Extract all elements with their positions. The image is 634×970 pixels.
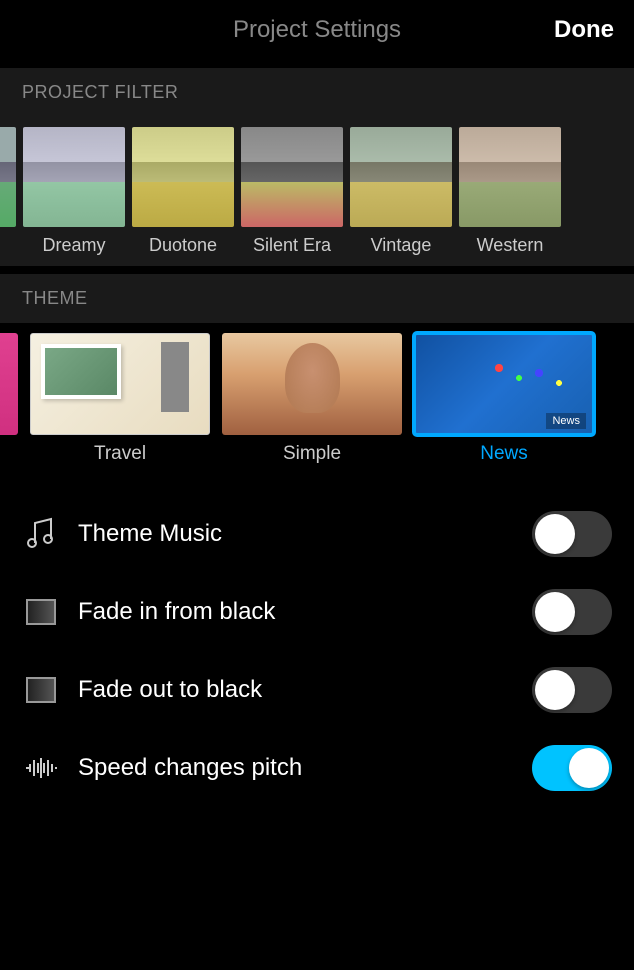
theme-badge: News [546, 413, 586, 429]
theme-thumbnail: News [414, 333, 594, 435]
page-title: Project Settings [233, 16, 401, 44]
fade-out-toggle[interactable] [532, 667, 612, 713]
filter-label: Vintage [371, 235, 432, 266]
setting-label: Fade out to black [78, 676, 514, 704]
setting-label: Fade in from black [78, 598, 514, 626]
filter-item-silentera[interactable]: Silent Era [241, 127, 343, 266]
theme-music-toggle[interactable] [532, 511, 612, 557]
filter-label: Western [477, 235, 544, 266]
filter-section-header: PROJECT FILTER [0, 68, 634, 117]
filter-item-vintage[interactable]: Vintage [350, 127, 452, 266]
music-note-icon [22, 515, 60, 553]
theme-section-label: THEME [22, 288, 88, 308]
filter-item-partial[interactable] [0, 127, 16, 266]
setting-speed-pitch: Speed changes pitch [22, 729, 612, 807]
filter-thumbnail [459, 127, 561, 227]
theme-section-header: THEME [0, 274, 634, 323]
theme-label: News [480, 443, 528, 475]
theme-thumbnail [0, 333, 18, 435]
filter-label: Dreamy [42, 235, 105, 266]
filter-thumbnail [241, 127, 343, 227]
theme-label: Simple [283, 443, 341, 475]
theme-item-travel[interactable]: Travel [30, 333, 210, 475]
filter-thumbnail [23, 127, 125, 227]
done-button[interactable]: Done [554, 16, 614, 44]
filter-item-duotone[interactable]: Duotone [132, 127, 234, 266]
setting-label: Speed changes pitch [78, 754, 514, 782]
fade-in-toggle[interactable] [532, 589, 612, 635]
filter-section-label: PROJECT FILTER [22, 82, 178, 102]
theme-item-simple[interactable]: Simple [222, 333, 402, 475]
filter-thumbnail [350, 127, 452, 227]
header: Project Settings Done [0, 0, 634, 60]
setting-fade-in: Fade in from black [22, 573, 612, 651]
fade-in-icon [22, 593, 60, 631]
setting-fade-out: Fade out to black [22, 651, 612, 729]
theme-thumbnail [222, 333, 402, 435]
filter-item-dreamy[interactable]: Dreamy [23, 127, 125, 266]
filter-carousel[interactable]: Dreamy Duotone Silent Era Vintage Wester… [0, 117, 634, 266]
waveform-icon [22, 749, 60, 787]
filter-thumbnail [0, 127, 16, 227]
theme-label: Travel [94, 443, 146, 475]
theme-carousel[interactable]: Travel Simple News News [0, 323, 634, 475]
speed-pitch-toggle[interactable] [532, 745, 612, 791]
fade-out-icon [22, 671, 60, 709]
filter-label: Silent Era [253, 235, 331, 266]
theme-item-partial[interactable] [0, 333, 18, 475]
theme-item-news[interactable]: News News [414, 333, 594, 475]
filter-thumbnail [132, 127, 234, 227]
setting-theme-music: Theme Music [22, 495, 612, 573]
theme-thumbnail [30, 333, 210, 435]
filter-item-western[interactable]: Western [459, 127, 561, 266]
filter-label: Duotone [149, 235, 217, 266]
settings-list: Theme Music Fade in from black Fade out … [0, 475, 634, 827]
setting-label: Theme Music [78, 520, 514, 548]
